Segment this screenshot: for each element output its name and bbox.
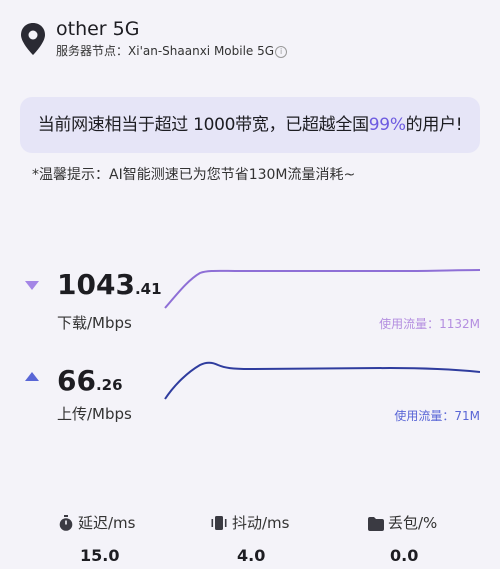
- upload-unit: 上传/Mbps: [57, 405, 132, 423]
- upload-value-int: 66: [57, 364, 96, 397]
- download-usage: 使用流量：1132M: [379, 317, 480, 331]
- banner-percent: 99%: [368, 115, 406, 135]
- location-pin-icon: [21, 23, 45, 55]
- stat-latency-value: 15.0: [80, 546, 120, 565]
- download-unit: 下载/Mbps: [57, 314, 132, 332]
- network-name: other 5G: [56, 18, 140, 40]
- download-arrow-icon: [25, 281, 39, 290]
- upload-value: 66.26: [57, 364, 123, 397]
- server-value: Xi'an-Shaanxi Mobile 5G: [128, 44, 275, 58]
- stat-jitter-label: 抖动/ms: [232, 514, 290, 532]
- tip-text: *温馨提示：AI智能测速已为您节省130M流量消耗~: [32, 167, 356, 183]
- download-speed-graph: [164, 269, 480, 309]
- stopwatch-icon: [59, 515, 73, 531]
- network-header: other 5G 服务器节点：Xi'an-Shaanxi Mobile 5G i: [20, 18, 490, 63]
- stat-packet-loss-label: 丢包/%: [388, 514, 438, 532]
- banner-prefix: 当前网速相当于超过 1000带宽，已超越全国: [37, 115, 369, 135]
- upload-usage: 使用流量：71M: [394, 409, 480, 423]
- stats-row: 延迟/ms 15.0 抖动/ms 4.0 丢包/% 0.0: [0, 512, 500, 569]
- upload-value-dec: .26: [95, 376, 123, 394]
- stat-latency: 延迟/ms 15.0: [58, 512, 208, 565]
- banner-suffix: 的用户!: [405, 115, 463, 135]
- upload-speed-graph: [164, 361, 480, 400]
- info-icon[interactable]: i: [275, 46, 288, 58]
- stat-latency-label: 延迟/ms: [78, 514, 136, 532]
- stat-packet-loss: 丢包/% 0.0: [368, 512, 500, 565]
- stat-packet-loss-value: 0.0: [390, 546, 419, 565]
- download-value-dec: .41: [134, 280, 162, 298]
- server-node: 服务器节点：Xi'an-Shaanxi Mobile 5G i: [56, 42, 288, 59]
- download-value-int: 1043: [57, 268, 135, 301]
- upload-arrow-icon: [25, 372, 39, 381]
- stat-jitter-value: 4.0: [237, 546, 266, 565]
- vibration-icon: [211, 516, 227, 530]
- stat-jitter: 抖动/ms 4.0: [210, 512, 360, 565]
- folder-icon: [368, 517, 384, 531]
- download-value: 1043.41: [57, 268, 162, 301]
- speed-comparison-banner: 当前网速相当于超过 1000带宽，已超越全国99%的用户!: [20, 97, 480, 153]
- server-label: 服务器节点：: [56, 44, 129, 58]
